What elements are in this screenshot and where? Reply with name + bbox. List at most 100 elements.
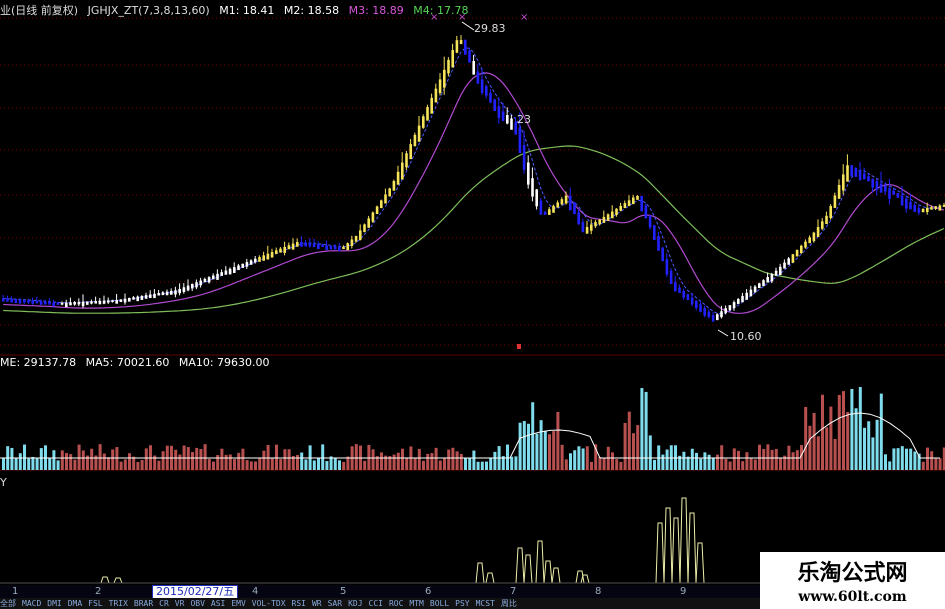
volume-bar: [812, 412, 816, 470]
watermark-name: 乐淘公式网: [797, 560, 908, 586]
candle-body: [791, 254, 795, 263]
tab-10[interactable]: ASI: [211, 599, 225, 608]
indicator-spike: [100, 576, 110, 584]
tab-9[interactable]: OBV: [190, 599, 204, 608]
stock-chart-canvas[interactable]: × ××: [0, 0, 945, 609]
candle-body: [212, 275, 215, 280]
candle-body: [699, 304, 702, 312]
candle-body: [875, 181, 879, 190]
tab-8[interactable]: VR: [175, 599, 185, 608]
volume-bar: [81, 450, 85, 470]
candle-body: [203, 278, 207, 283]
volume-bar: [123, 459, 127, 470]
volume-bar: [18, 453, 22, 470]
candle-body: [27, 300, 30, 303]
candle-body: [77, 301, 81, 305]
volume-bar: [23, 444, 26, 470]
candle-body: [140, 295, 144, 300]
candle-body: [262, 255, 265, 261]
tab-18[interactable]: ROC: [389, 599, 403, 608]
candle-body: [497, 106, 501, 118]
volume-bar: [829, 406, 833, 470]
candle-body: [732, 302, 736, 309]
candle-body: [749, 289, 753, 297]
main-chart-legend: 业(日线 前复权) JGHJX_ZT(7,3,8,13,60) M1: 18.4…: [0, 2, 474, 18]
volume-bar: [653, 459, 656, 470]
candle-body: [279, 248, 282, 253]
volume-bar: [422, 460, 425, 470]
indicator-spike: [695, 542, 705, 584]
candle-body: [707, 311, 711, 318]
tab-7[interactable]: CR: [159, 599, 169, 608]
candle-body: [913, 205, 916, 212]
tab-20[interactable]: BOLL: [430, 599, 449, 608]
tab-22[interactable]: MCST: [476, 599, 495, 608]
indicator-label: Y: [0, 476, 7, 489]
volume-bar: [102, 453, 106, 470]
candle-body: [401, 162, 404, 180]
volume-bar: [434, 447, 438, 470]
volume-bar: [527, 423, 530, 470]
candle-body: [573, 202, 576, 214]
volume-bar: [417, 448, 421, 470]
volume-bar: [296, 454, 299, 470]
tab-14[interactable]: WR: [312, 599, 322, 608]
candle-body: [611, 211, 614, 219]
candle-body: [329, 245, 333, 250]
tab-17[interactable]: CCI: [369, 599, 383, 608]
tab-6[interactable]: BRAR: [134, 599, 153, 608]
tab-15[interactable]: SAR: [328, 599, 342, 608]
volume-bar: [926, 447, 929, 470]
m4-value: M4: 17.78: [413, 4, 469, 17]
time-mark: 2: [95, 586, 102, 597]
candle-body: [98, 300, 102, 305]
tab-13[interactable]: RSI: [292, 599, 306, 608]
volume-bar: [804, 406, 808, 470]
candle-body: [821, 221, 824, 229]
volume-bar: [333, 458, 337, 470]
tab-16[interactable]: KDJ: [348, 599, 362, 608]
tab-1[interactable]: MACD: [22, 599, 41, 608]
indicator-spike: [475, 562, 485, 584]
candle-body: [539, 200, 543, 215]
tab-19[interactable]: MTM: [409, 599, 423, 608]
tab-2[interactable]: DMI: [47, 599, 61, 608]
volume-bar: [468, 457, 472, 470]
tab-4[interactable]: FSL: [88, 599, 102, 608]
tab-12[interactable]: VOL-TDX: [252, 599, 286, 608]
volume-bar: [632, 433, 635, 470]
volume-bar: [863, 427, 866, 470]
time-mark: 1: [12, 586, 19, 597]
tab-0[interactable]: 全部: [0, 599, 16, 608]
candle-body: [266, 253, 270, 260]
volume-bar: [325, 461, 329, 470]
tab-11[interactable]: EMV: [231, 599, 245, 608]
time-mark: 9: [680, 586, 687, 597]
candle-body: [535, 189, 538, 207]
candle-body: [2, 298, 5, 302]
candle-body: [367, 218, 370, 228]
volume-bar: [321, 444, 325, 470]
tab-23[interactable]: 周比: [501, 599, 517, 608]
candle-body: [774, 270, 778, 276]
candle-body: [548, 209, 551, 215]
candle-body: [758, 283, 761, 289]
candle-body: [888, 188, 891, 199]
volume-bar: [737, 450, 740, 470]
volume-bar: [56, 460, 60, 470]
volume-bar: [900, 446, 904, 470]
candle-body: [644, 205, 648, 219]
tab-21[interactable]: PSY: [455, 599, 469, 608]
indicator-spike: [671, 517, 681, 584]
volume-bar: [459, 453, 463, 470]
volume-bar: [543, 430, 547, 470]
candle-body: [10, 298, 13, 303]
volume-bar: [31, 456, 35, 470]
tab-5[interactable]: TRIX: [109, 599, 128, 608]
volume-bar: [535, 433, 539, 470]
tab-3[interactable]: DMA: [68, 599, 82, 608]
volume-bar: [577, 446, 581, 470]
volume-bar: [283, 449, 287, 470]
volume-bar: [249, 461, 253, 470]
time-mark: 6: [425, 586, 432, 597]
